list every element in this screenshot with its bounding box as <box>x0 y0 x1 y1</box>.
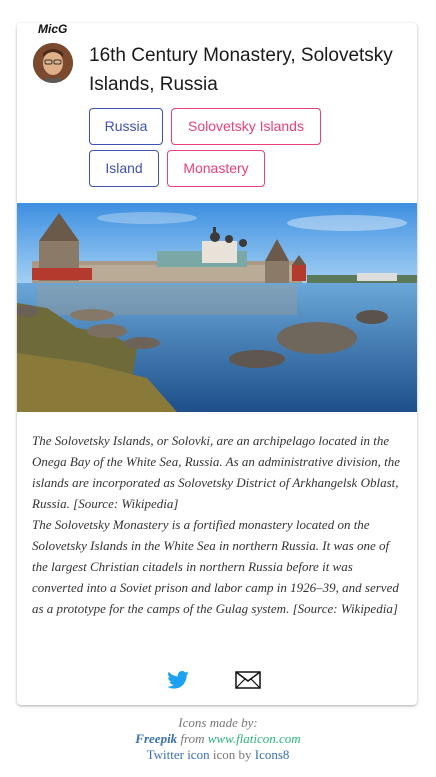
tag-island[interactable]: Island <box>89 150 159 187</box>
credits-icon-by: icon by <box>212 747 252 762</box>
freepik-link[interactable]: Freepik <box>135 731 177 746</box>
post-title: 16th Century Monastery, Solovetsky Islan… <box>89 45 393 95</box>
description-paragraph: The Solovetsky Monastery is a fortified … <box>32 517 399 616</box>
description-paragraph: The Solovetsky Islands, or Solovki, are … <box>32 433 401 511</box>
tag-monastery[interactable]: Monastery <box>167 150 265 187</box>
post-photo <box>17 203 417 412</box>
credits-heading: Icons made by: <box>178 715 258 730</box>
post-description: The Solovetsky Islands, or Solovki, are … <box>32 430 407 619</box>
twitter-share-button[interactable] <box>167 671 193 691</box>
post-card: 16th Century Monastery, Solovetsky Islan… <box>17 23 417 705</box>
twitter-icon <box>167 671 189 689</box>
flaticon-link[interactable]: www.flaticon.com <box>208 731 301 746</box>
mail-icon <box>235 671 261 689</box>
author-name: MicG <box>38 22 68 36</box>
tag-solovetsky-islands[interactable]: Solovetsky Islands <box>171 108 321 145</box>
tag-russia[interactable]: Russia <box>89 108 163 145</box>
icons8-link[interactable]: Icons8 <box>255 747 290 762</box>
email-share-button[interactable] <box>235 671 261 691</box>
icon-credits: Icons made by: Freepik from www.flaticon… <box>0 715 436 763</box>
twitter-icon-link[interactable]: Twitter icon <box>147 747 210 762</box>
avatar <box>33 43 73 83</box>
credits-from: from <box>180 731 205 746</box>
